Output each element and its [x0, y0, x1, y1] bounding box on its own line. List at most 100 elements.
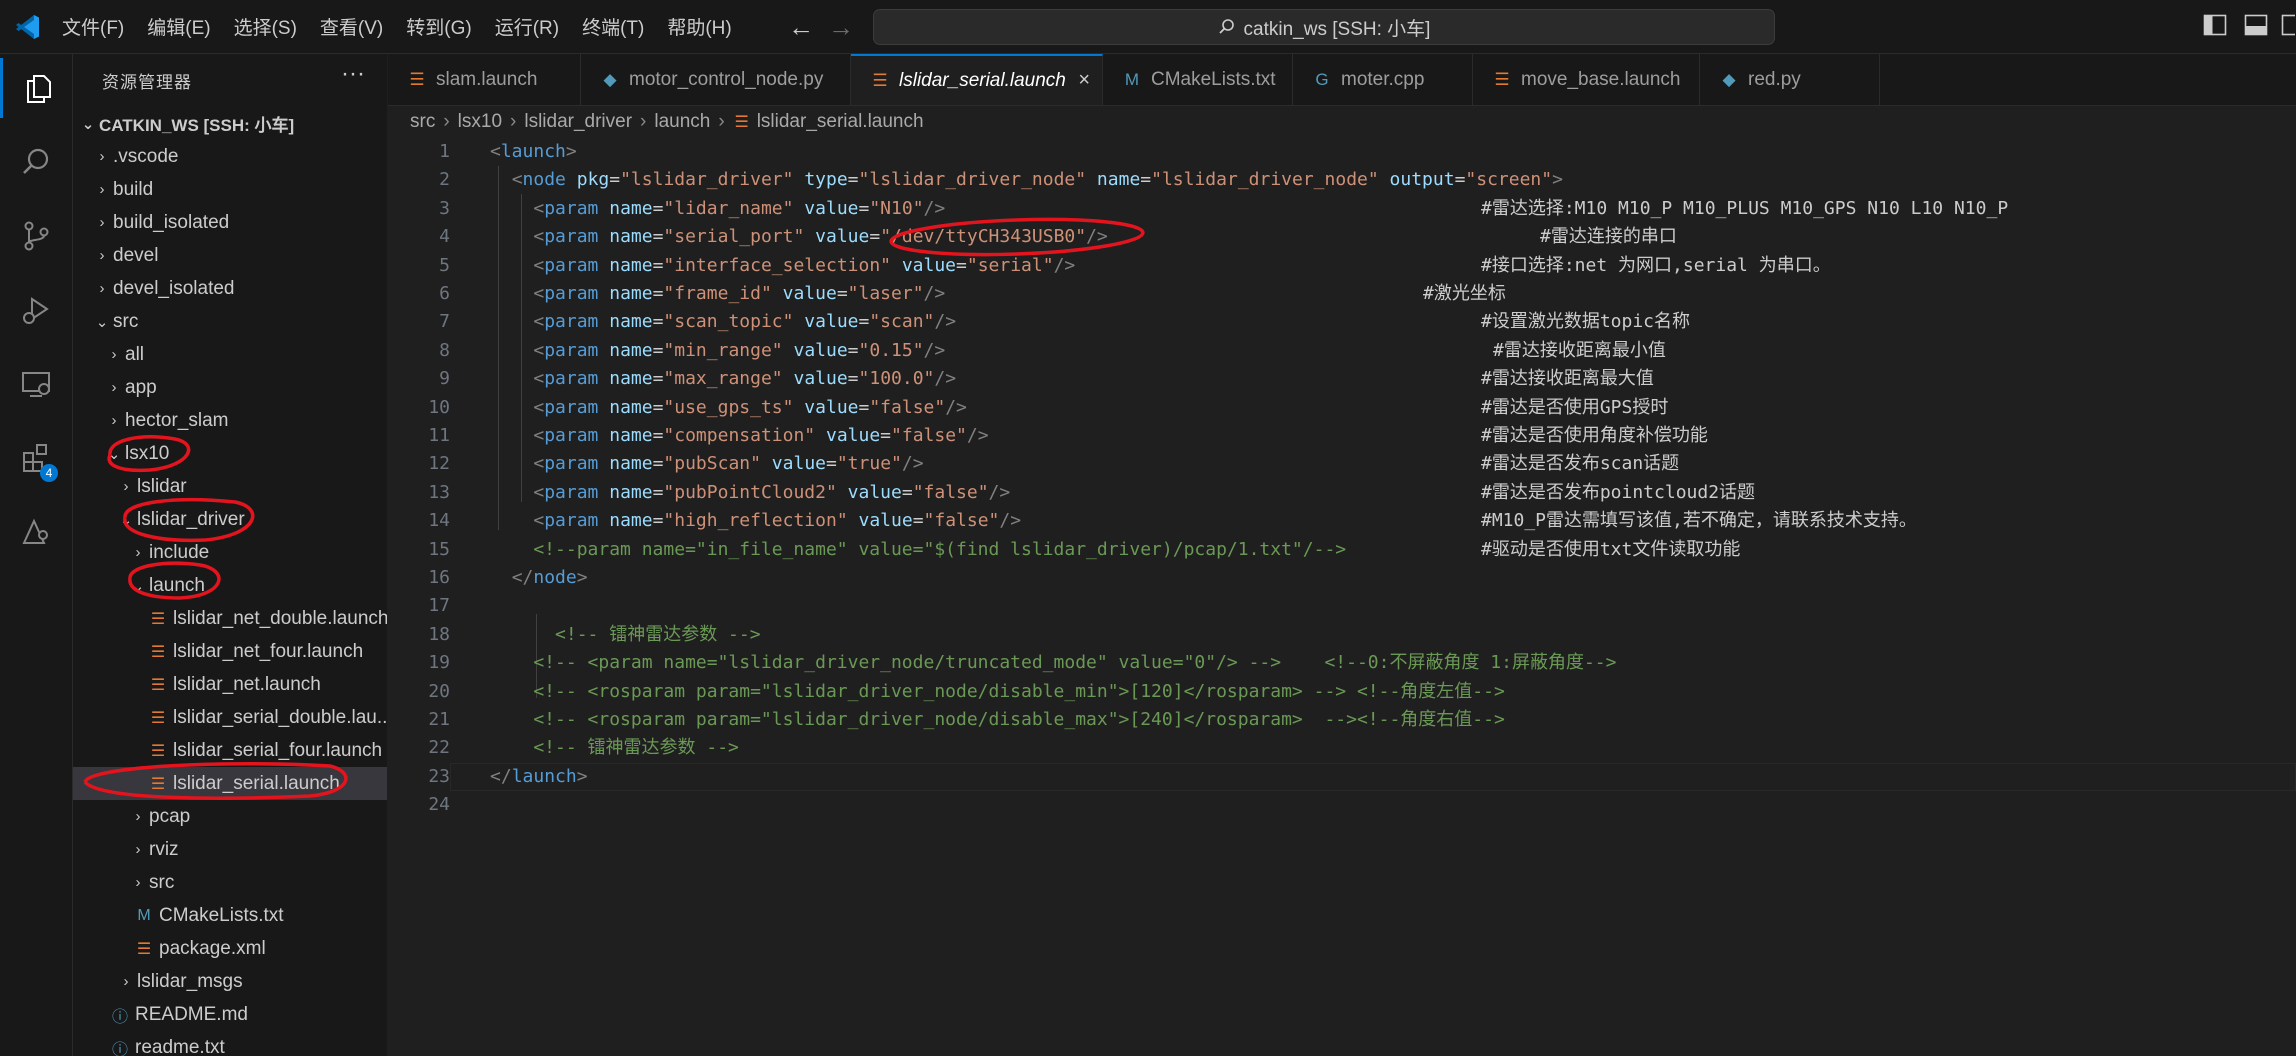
cpp-file-icon: G	[1315, 69, 1329, 89]
source-control-icon[interactable]	[0, 206, 72, 266]
tab-moter-cpp[interactable]: Gmoter.cpp	[1293, 54, 1473, 105]
command-center[interactable]: catkin_ws [SSH: 小车]	[873, 9, 1775, 45]
tree-item-lslidar-net-four-launch[interactable]: ☰ lslidar_net_four.launch	[73, 635, 387, 668]
code-token: "lslidar_driver"	[620, 169, 794, 191]
tab-lslidar-serial-launch[interactable]: ☰ lslidar_serial.launch ×	[851, 54, 1103, 105]
menu-item-5[interactable]: 转到(G)	[406, 13, 471, 40]
extensions-icon[interactable]: 4	[0, 428, 72, 488]
menu-item-7[interactable]: 终端(T)	[582, 13, 644, 40]
breadcrumb-item-lsx10[interactable]: lsx10	[458, 111, 502, 133]
tree-item-include[interactable]: › include	[73, 536, 387, 569]
menu-item-1[interactable]: 文件(F)	[62, 13, 124, 40]
tree-item-lslidar-net-double-launch[interactable]: ☰ lslidar_net_double.launch	[73, 602, 387, 635]
code-text: <param name="compensation" value="false"…	[490, 422, 988, 450]
tree-item-readme-txt[interactable]: ⓘ readme.txt	[73, 1031, 387, 1056]
tree-item-devel-isolated[interactable]: › devel_isolated	[73, 272, 387, 305]
code-token: value	[782, 339, 848, 361]
tree-item-lslidar-msgs[interactable]: › lslidar_msgs	[73, 965, 387, 998]
rss-file-icon: ☰	[409, 69, 425, 89]
code-token: =	[847, 368, 859, 390]
breadcrumb-item-lslidar-serial-launch[interactable]: lslidar_serial.launch	[757, 111, 924, 133]
more-actions-icon[interactable]: ···	[341, 60, 365, 88]
code-line: 18 <!-- 镭神雷达参数 -->	[388, 621, 2296, 649]
ros-tools-icon[interactable]	[0, 502, 72, 562]
forward-arrow-icon[interactable]: →	[828, 12, 854, 43]
code-token: "true"	[836, 453, 902, 475]
tree-item-hector-slam[interactable]: › hector_slam	[73, 404, 387, 437]
tree-item-package-xml[interactable]: ☰ package.xml	[73, 932, 387, 965]
code-token: value	[804, 226, 870, 248]
tree-item-launch[interactable]: ⌄ launch	[73, 569, 387, 602]
code-line: 16 </node>	[388, 564, 2296, 592]
close-icon[interactable]: ×	[1078, 69, 1090, 92]
run-debug-icon[interactable]	[0, 280, 72, 340]
code-editor[interactable]: 1 <launch> 2 <node pkg="lslidar_driver" ty…	[388, 138, 2296, 1056]
tree-item-lslidar-serial-launch[interactable]: ☰ lslidar_serial.launch	[73, 767, 387, 800]
workspace-root[interactable]: ⌄ CATKIN_WS [SSH: 小车]	[73, 107, 387, 140]
tree-item-vscode[interactable]: › .vscode	[73, 140, 387, 173]
tree-item-build[interactable]: › build	[73, 173, 387, 206]
code-token: =	[652, 311, 664, 333]
code-token: =	[652, 425, 664, 446]
menu-item-2[interactable]: 编辑(E)	[147, 13, 210, 40]
tree-item-lsx10[interactable]: ⌄ lsx10	[73, 437, 387, 470]
menu-item-4[interactable]: 查看(V)	[320, 13, 383, 40]
tab-label: moter.cpp	[1341, 68, 1425, 90]
toggle-panel-icon[interactable]	[2244, 14, 2268, 36]
tab-slam-launch[interactable]: ☰ slam.launch	[388, 54, 581, 105]
code-token: name	[598, 254, 653, 276]
toggle-secondary-sidebar-icon[interactable]	[2281, 14, 2295, 36]
explorer-icon[interactable]	[0, 58, 75, 118]
code-token: "scan"	[869, 311, 935, 333]
tree-item-src[interactable]: › src	[73, 866, 387, 899]
rss-file-icon: ☰	[150, 676, 166, 694]
rss-file-icon: ☰	[1494, 69, 1510, 89]
tree-item-cmakelists-txt[interactable]: M CMakeLists.txt	[73, 899, 387, 932]
tab-move-base-launch[interactable]: ☰ move_base.launch	[1473, 54, 1700, 105]
code-token: value	[847, 510, 913, 532]
breadcrumb-item-lslidar-driver[interactable]: lslidar_driver	[524, 111, 632, 133]
breadcrumb-item-src[interactable]: src	[410, 111, 435, 133]
tree-item-lslidar[interactable]: › lslidar	[73, 470, 387, 503]
search-icon[interactable]	[0, 132, 72, 192]
toggle-primary-sidebar-icon[interactable]	[2203, 14, 2227, 36]
tab-motor-control-node-py[interactable]: ◆ motor_control_node.py	[581, 54, 851, 105]
code-token: name	[598, 510, 653, 532]
tree-item-lslidar-serial-four-launch[interactable]: ☰ lslidar_serial_four.launch	[73, 734, 387, 767]
tree-item-src[interactable]: ⌄ src	[73, 305, 387, 338]
tree-item-all[interactable]: › all	[73, 338, 387, 371]
tab-cmakelists-txt[interactable]: M CMakeLists.txt	[1103, 54, 1293, 105]
remote-explorer-icon[interactable]	[0, 354, 72, 414]
code-token: >	[565, 141, 577, 162]
tree-item-lslidar-serial-double-lau[interactable]: ☰ lslidar_serial_double.lau...	[73, 701, 387, 734]
tree-item-label: devel_isolated	[113, 277, 235, 299]
tree-item-devel[interactable]: › devel	[73, 239, 387, 272]
code-token: value	[815, 425, 881, 446]
line-number: 11	[428, 425, 450, 446]
tree-item-lslidar-net-launch[interactable]: ☰ lslidar_net.launch	[73, 668, 387, 701]
back-arrow-icon[interactable]: ←	[788, 12, 814, 43]
code-text: <!-- 镭神雷达参数 -->	[490, 734, 739, 762]
tree-item-readme-md[interactable]: ⓘ README.md	[73, 998, 387, 1031]
code-token: =	[652, 481, 664, 503]
line-number: 9	[439, 368, 450, 390]
tree-item-app[interactable]: › app	[73, 371, 387, 404]
menu-item-8[interactable]: 帮助(H)	[667, 13, 731, 40]
tree-item-lslidar-driver[interactable]: ⌄ lslidar_driver	[73, 503, 387, 536]
code-token: =	[652, 197, 664, 219]
code-token: "false"	[869, 396, 946, 418]
menu-item-3[interactable]: 选择(S)	[234, 13, 297, 40]
code-token: <!-- <rosparam param="lslidar_driver_nod…	[490, 680, 1505, 702]
tree-item-build-isolated[interactable]: › build_isolated	[73, 206, 387, 239]
code-token: />	[901, 453, 924, 475]
menu-item-6[interactable]: 运行(R)	[495, 13, 559, 40]
tree-item-rviz[interactable]: › rviz	[73, 833, 387, 866]
code-token: =	[912, 510, 924, 532]
code-line: 6 <param name="frame_id" value="laser"/>…	[388, 280, 2296, 308]
tab-red-py[interactable]: ◆ red.py	[1700, 54, 1880, 105]
breadcrumb-item-launch[interactable]: launch	[654, 111, 710, 133]
code-token: />	[1053, 254, 1076, 276]
tree-item-pcap[interactable]: › pcap	[73, 800, 387, 833]
